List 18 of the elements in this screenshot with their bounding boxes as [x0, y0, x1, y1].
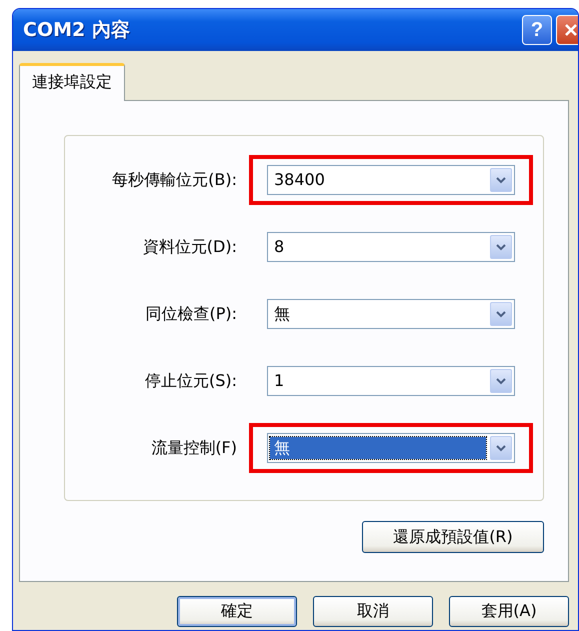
restore-defaults-button[interactable]: 還原成預設值(R) — [362, 521, 544, 553]
field-label: 資料位元(D): — [142, 236, 237, 258]
dropdown[interactable]: 1 — [267, 366, 515, 396]
dialog-button[interactable]: 套用(A) — [449, 596, 569, 627]
field-label: 每秒傳輸位元(B): — [112, 170, 237, 190]
window-title: COM2 內容 — [23, 18, 131, 43]
field-label: 流量控制(F) — [151, 438, 237, 458]
field-label: 同位檢查(P): — [145, 304, 237, 324]
dialog-button[interactable]: 確定 — [177, 596, 297, 627]
field-label: 停止位元(S): — [144, 370, 237, 392]
tab[interactable]: 連接埠設定 — [19, 63, 125, 101]
close-button[interactable] — [556, 15, 578, 45]
dropdown[interactable]: 38400 — [267, 165, 515, 195]
dialog-button[interactable]: 取消 — [313, 596, 433, 627]
dropdown[interactable]: 8 — [267, 232, 515, 262]
dropdown[interactable]: 無 — [267, 299, 515, 329]
dropdown[interactable]: 無 — [267, 433, 515, 463]
close-icon — [564, 23, 578, 37]
